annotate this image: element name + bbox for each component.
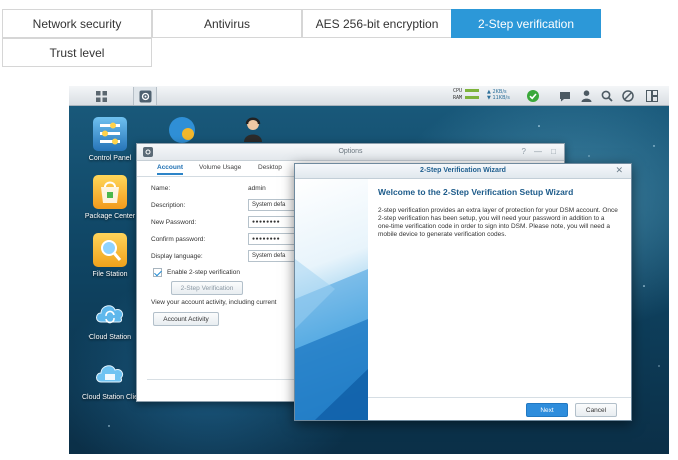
account-activity-button[interactable]: Account Activity [153,312,219,326]
tab-trust-level[interactable]: Trust level [2,38,152,67]
tab-account[interactable]: Account [157,164,183,175]
desktop-icon-control-panel[interactable]: Control Panel [75,117,145,163]
confirm-password-label: Confirm password: [151,236,206,243]
file-station-icon [93,233,127,267]
enable-2step-checkbox[interactable] [153,268,162,277]
tab-desktop[interactable]: Desktop [258,164,282,171]
next-button[interactable]: Next [526,403,568,417]
security-advisor-icon[interactable] [166,116,198,144]
cancel-button[interactable]: Cancel [575,403,617,417]
display-language-select[interactable]: System defa [248,250,298,262]
tab-antivirus[interactable]: Antivirus [152,9,302,38]
wizard-banner-graphic [295,259,368,420]
desktop-icon-label: Cloud Station Clie [81,394,139,401]
new-password-field[interactable]: ●●●●●●●● [248,216,298,228]
desktop-icon-label: Control Panel [88,155,132,162]
close-icon[interactable]: ✕ [615,165,623,176]
desktop-icon-cloud-station-client[interactable]: Cloud Station Clie [75,356,145,402]
wizard-side-banner [295,179,368,420]
name-value: admin [248,185,266,192]
tab-network-security[interactable]: Network security [2,9,152,38]
wizard-heading: Welcome to the 2-Step Verification Setup… [378,187,574,197]
name-label: Name: [151,185,171,192]
wizard-title: 2-Step Verification Wizard [420,167,506,174]
tab-aes-encryption[interactable]: AES 256-bit encryption [302,9,452,38]
options-footer-divider [147,379,297,380]
two-step-wizard-window: 2-Step Verification Wizard ✕ Welcome to … [294,163,632,421]
desktop-icon-file-station[interactable]: File Station [75,233,145,279]
cloud-station-client-icon [93,356,127,390]
desktop-icon-label: Cloud Station [88,334,132,341]
tab-2-step-verification[interactable]: 2-Step verification [451,9,601,38]
desktop-icon-package-center[interactable]: Package Center [75,175,145,221]
ram-label: RAM [453,95,463,101]
main-menu-icon[interactable] [89,87,113,105]
support-center-icon[interactable] [242,116,264,142]
cloud-station-icon [93,296,127,330]
confirm-password-field[interactable]: ●●●●●●●● [248,233,298,245]
dsm-taskbar: CPU RAM ▲ 2KB/s ▼ 11KB/s [69,86,669,106]
help-icon[interactable]: ? [522,147,526,156]
description-label: Description: [151,202,186,209]
tab-volume-usage[interactable]: Volume Usage [199,164,241,171]
new-password-label: New Password: [151,219,197,226]
network-speed: ▲ 2KB/s ▼ 11KB/s [487,89,510,101]
resource-monitor-icon[interactable]: CPU RAM [453,88,480,102]
description-field[interactable]: System defa [248,199,298,211]
wizard-title-bar: 2-Step Verification Wizard ✕ [295,164,631,179]
wizard-footer: Next Cancel [368,397,631,420]
options-title-bar: Options ? — □ [137,144,564,161]
two-step-verification-button[interactable]: 2-Step Verification [171,281,243,295]
app-icon[interactable] [133,87,157,105]
options-title: Options [338,148,363,155]
wizard-body-text: 2-step verification provides an extra la… [378,207,618,238]
minimize-icon[interactable]: — [534,147,542,156]
display-language-label: Display language: [151,253,203,260]
activity-text: View your account activity, including cu… [151,299,277,306]
desktop-icon-label: File Station [92,271,128,278]
windows-icon[interactable] [640,87,664,105]
widgets-icon[interactable] [616,87,640,105]
package-center-icon [93,175,127,209]
status-ok-icon[interactable] [521,87,545,105]
download-speed: 11KB/s [492,95,510,101]
maximize-icon[interactable]: □ [551,147,556,156]
dsm-desktop-screenshot: CPU RAM ▲ 2KB/s ▼ 11KB/s Control Panel P… [69,86,669,454]
enable-2step-label: Enable 2-step verification [167,269,240,276]
desktop-icon-cloud-station[interactable]: Cloud Station [75,296,145,342]
cpu-label: CPU [453,88,463,94]
desktop-icon-label: Package Center [84,213,136,220]
control-panel-icon [93,117,127,151]
